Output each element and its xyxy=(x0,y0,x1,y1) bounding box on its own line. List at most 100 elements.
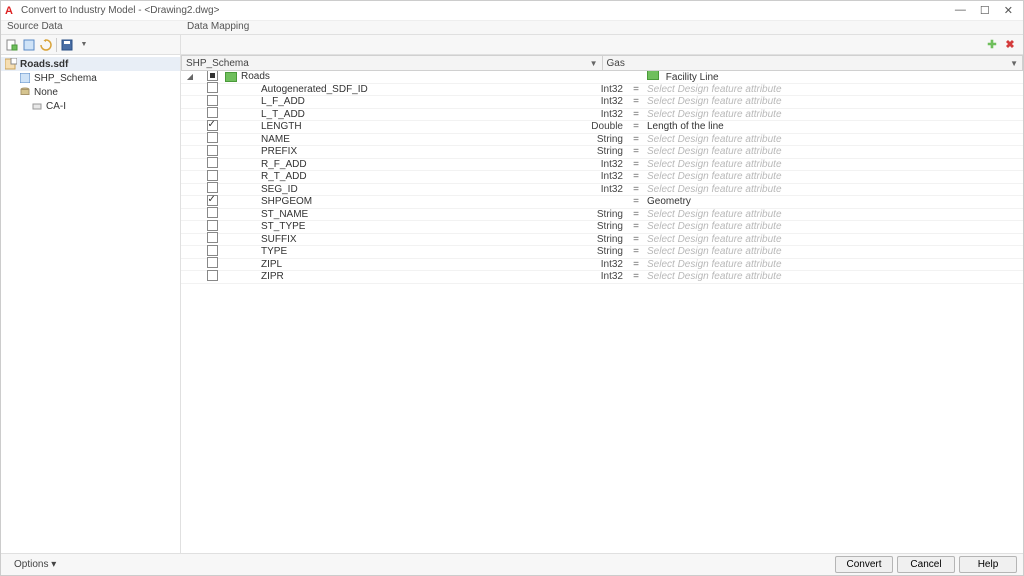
convert-button[interactable]: Convert xyxy=(835,556,893,573)
attribute-checkbox[interactable] xyxy=(207,132,218,143)
feature-checkbox[interactable] xyxy=(207,71,218,81)
attribute-mapping[interactable]: Select Design feature attribute xyxy=(643,209,1023,220)
window-title: Convert to Industry Model - <Drawing2.dw… xyxy=(21,5,955,16)
equals-icon: = xyxy=(629,171,643,182)
attribute-mapping[interactable]: Select Design feature attribute xyxy=(643,84,1023,95)
attribute-mapping[interactable]: Select Design feature attribute xyxy=(643,146,1023,157)
attribute-row[interactable]: L_F_ADDInt32=Select Design feature attri… xyxy=(181,96,1023,109)
attribute-row[interactable]: R_F_ADDInt32=Select Design feature attri… xyxy=(181,159,1023,172)
feature-class-icon xyxy=(647,71,659,80)
equals-icon: = xyxy=(629,271,643,282)
refresh-icon[interactable] xyxy=(39,38,53,52)
equals-icon: = xyxy=(629,246,643,257)
attribute-mapping[interactable]: Select Design feature attribute xyxy=(643,171,1023,182)
attribute-name: SUFFIX xyxy=(225,234,569,245)
attribute-name: TYPE xyxy=(225,246,569,257)
tree-child[interactable]: CA-I xyxy=(1,99,180,113)
tree-root-label: Roads.sdf xyxy=(20,59,68,70)
tree-schema[interactable]: SHP_Schema xyxy=(1,71,180,85)
source-schema-value: SHP_Schema xyxy=(186,58,249,69)
attribute-checkbox[interactable] xyxy=(207,170,218,181)
attribute-checkbox[interactable] xyxy=(207,157,218,168)
equals-icon: = xyxy=(629,184,643,195)
attribute-checkbox[interactable] xyxy=(207,120,218,131)
attribute-checkbox[interactable] xyxy=(207,220,218,231)
attribute-mapping[interactable]: Length of the line xyxy=(643,121,1023,132)
options-button[interactable]: Options ▾ xyxy=(7,557,63,572)
attribute-checkbox[interactable] xyxy=(207,195,218,206)
equals-icon: = xyxy=(629,146,643,157)
feature-class-row[interactable]: ◢ Roads Facility Line xyxy=(181,71,1023,84)
attribute-row[interactable]: R_T_ADDInt32=Select Design feature attri… xyxy=(181,171,1023,184)
remove-mapping-icon[interactable]: ✖ xyxy=(1003,38,1017,52)
add-connection-icon[interactable] xyxy=(5,38,19,52)
attribute-name: R_T_ADD xyxy=(225,171,569,182)
maximize-button[interactable]: ☐ xyxy=(980,4,990,17)
tree-none-label: None xyxy=(34,87,58,98)
attribute-checkbox[interactable] xyxy=(207,207,218,218)
attribute-mapping[interactable]: Select Design feature attribute xyxy=(643,259,1023,270)
attribute-checkbox[interactable] xyxy=(207,245,218,256)
attribute-row[interactable]: ZIPRInt32=Select Design feature attribut… xyxy=(181,271,1023,284)
attribute-row[interactable]: ST_NAMEString=Select Design feature attr… xyxy=(181,209,1023,222)
attribute-checkbox[interactable] xyxy=(207,145,218,156)
attribute-row[interactable]: LENGTHDouble=Length of the line xyxy=(181,121,1023,134)
attribute-row[interactable]: TYPEString=Select Design feature attribu… xyxy=(181,246,1023,259)
attribute-checkbox[interactable] xyxy=(207,107,218,118)
cancel-button[interactable]: Cancel xyxy=(897,556,955,573)
save-icon[interactable] xyxy=(60,38,74,52)
attribute-type: String xyxy=(569,246,629,257)
attribute-mapping[interactable]: Select Design feature attribute xyxy=(643,159,1023,170)
attribute-checkbox[interactable] xyxy=(207,82,218,93)
properties-icon[interactable] xyxy=(22,38,36,52)
tree-child-label: CA-I xyxy=(46,101,66,112)
attribute-mapping[interactable]: Select Design feature attribute xyxy=(643,134,1023,145)
add-mapping-icon[interactable]: ✚ xyxy=(985,38,999,52)
equals-icon: = xyxy=(629,159,643,170)
attribute-mapping[interactable]: Select Design feature attribute xyxy=(643,221,1023,232)
attribute-checkbox[interactable] xyxy=(207,257,218,268)
attribute-row[interactable]: Autogenerated_SDF_IDInt32=Select Design … xyxy=(181,84,1023,97)
attribute-mapping[interactable]: Select Design feature attribute xyxy=(643,271,1023,282)
close-button[interactable]: ✕ xyxy=(1004,4,1013,17)
attribute-checkbox[interactable] xyxy=(207,95,218,106)
attribute-checkbox[interactable] xyxy=(207,270,218,281)
attribute-mapping[interactable]: Geometry xyxy=(643,196,1023,207)
attribute-mapping[interactable]: Select Design feature attribute xyxy=(643,109,1023,120)
source-schema-dropdown[interactable]: SHP_Schema ▼ xyxy=(181,55,603,71)
target-schema-dropdown[interactable]: Gas ▼ xyxy=(603,55,1024,71)
attribute-type: Int32 xyxy=(569,171,629,182)
attribute-name: ZIPR xyxy=(225,271,569,282)
attribute-row[interactable]: SUFFIXString=Select Design feature attri… xyxy=(181,234,1023,247)
tree-none[interactable]: None xyxy=(1,85,180,99)
equals-icon: = xyxy=(629,221,643,232)
attribute-name: LENGTH xyxy=(225,121,569,132)
minimize-button[interactable]: — xyxy=(955,4,966,17)
feature-class-icon xyxy=(225,72,237,82)
attribute-mapping[interactable]: Select Design feature attribute xyxy=(643,246,1023,257)
help-button[interactable]: Help xyxy=(959,556,1017,573)
attribute-row[interactable]: SHPGEOM=Geometry xyxy=(181,196,1023,209)
source-data-header: Source Data xyxy=(1,21,181,34)
save-dropdown-icon[interactable]: ▼ xyxy=(77,38,91,52)
attribute-type: String xyxy=(569,146,629,157)
attribute-row[interactable]: ST_TYPEString=Select Design feature attr… xyxy=(181,221,1023,234)
collapse-icon[interactable]: ◢ xyxy=(181,72,199,81)
attribute-mapping[interactable]: Select Design feature attribute xyxy=(643,96,1023,107)
mapping-grid: ◢ Roads Facility Line Autogenerated_SDF_… xyxy=(181,71,1023,553)
attribute-mapping[interactable]: Select Design feature attribute xyxy=(643,234,1023,245)
tree-root[interactable]: Roads.sdf xyxy=(1,57,180,71)
layer-icon xyxy=(31,100,43,112)
attribute-mapping[interactable]: Select Design feature attribute xyxy=(643,184,1023,195)
app-icon: A xyxy=(5,5,17,17)
attribute-row[interactable]: PREFIXString=Select Design feature attri… xyxy=(181,146,1023,159)
attribute-row[interactable]: NAMEString=Select Design feature attribu… xyxy=(181,134,1023,147)
attribute-row[interactable]: SEG_IDInt32=Select Design feature attrib… xyxy=(181,184,1023,197)
attribute-row[interactable]: ZIPLInt32=Select Design feature attribut… xyxy=(181,259,1023,272)
attribute-row[interactable]: L_T_ADDInt32=Select Design feature attri… xyxy=(181,109,1023,122)
attribute-checkbox[interactable] xyxy=(207,182,218,193)
attribute-type: Int32 xyxy=(569,259,629,270)
chevron-down-icon: ▼ xyxy=(1010,59,1018,68)
attribute-checkbox[interactable] xyxy=(207,232,218,243)
attribute-name: L_T_ADD xyxy=(225,109,569,120)
